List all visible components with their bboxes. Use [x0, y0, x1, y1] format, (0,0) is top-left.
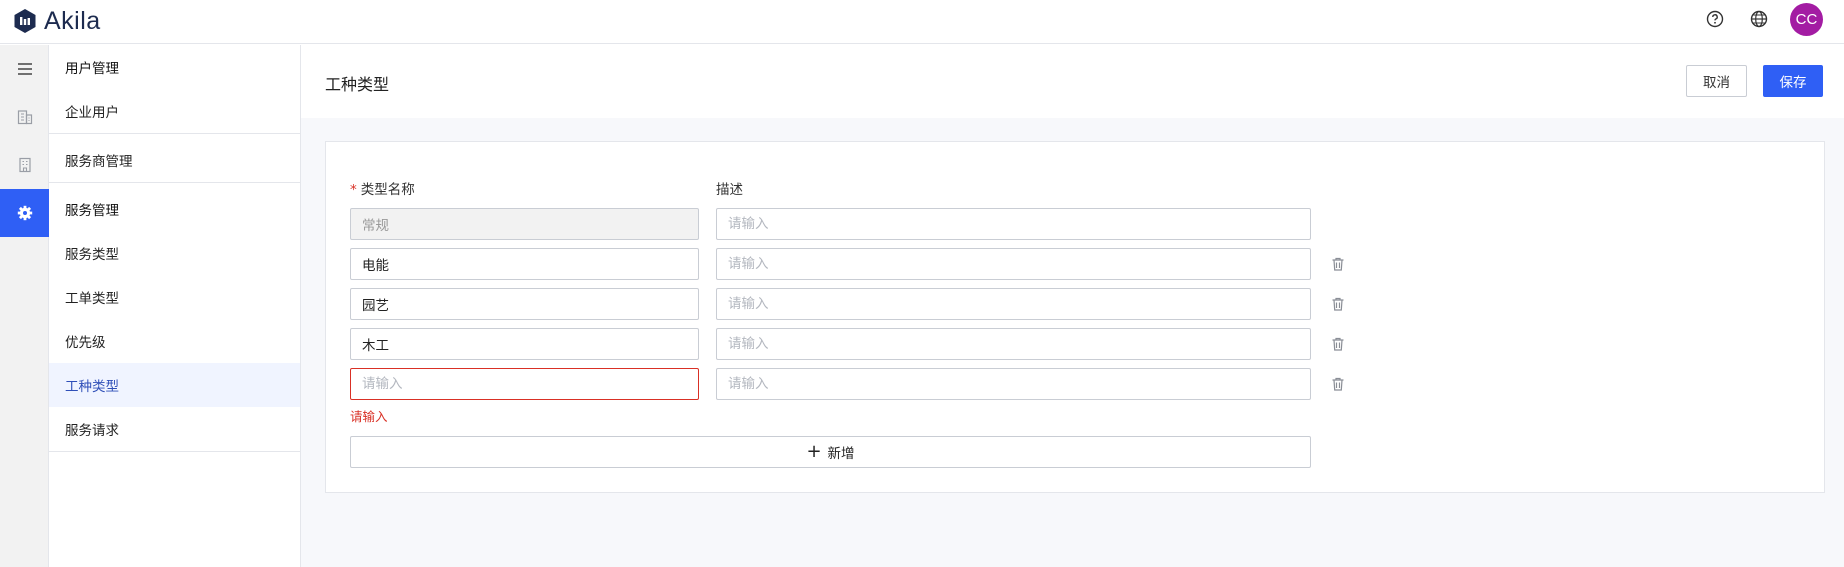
- description-input[interactable]: [716, 248, 1311, 280]
- sidebar-item-service-management[interactable]: 服务管理: [49, 187, 300, 231]
- description-column-label: 描述: [716, 182, 743, 198]
- menu-toggle-button[interactable]: [0, 45, 49, 93]
- main-content: 工种类型 取消 保存 *类型名称 描述 请输入: [301, 45, 1844, 567]
- description-input[interactable]: [716, 208, 1311, 240]
- trash-icon: [1332, 297, 1344, 311]
- sidebar-item-service-requests[interactable]: 服务请求: [49, 407, 300, 451]
- globe-icon[interactable]: [1749, 9, 1769, 29]
- type-name-input[interactable]: [350, 368, 699, 400]
- icon-rail: [0, 45, 49, 567]
- plus-icon: +: [806, 441, 822, 462]
- description-input[interactable]: [716, 328, 1311, 360]
- page-title: 工种类型: [325, 75, 390, 94]
- type-name-input[interactable]: [350, 288, 699, 320]
- help-icon[interactable]: [1705, 9, 1725, 29]
- akila-logo-icon: [14, 9, 36, 33]
- sidebar-item-service-types[interactable]: 服务类型: [49, 231, 300, 275]
- sidebar-menu: 用户管理 企业用户 服务商管理 服务管理 服务类型 工单类型 优先级 工种类型 …: [49, 45, 301, 567]
- sidebar-item-provider-management[interactable]: 服务商管理: [49, 138, 300, 182]
- trash-icon: [1332, 377, 1344, 391]
- description-input[interactable]: [716, 368, 1311, 400]
- page-header: 工种类型 取消 保存: [301, 45, 1844, 118]
- enterprise-building-icon: [17, 110, 32, 125]
- type-name-input: [350, 208, 699, 240]
- sidebar-item-user-management[interactable]: 用户管理: [49, 45, 300, 89]
- sidebar-item-work-order-types[interactable]: 工单类型: [49, 275, 300, 319]
- name-column-label: * 类型名称: [350, 182, 415, 198]
- menu-group-users: 用户管理 企业用户: [49, 45, 300, 134]
- delete-row-button[interactable]: [1328, 334, 1348, 354]
- rail-item-enterprise[interactable]: [0, 93, 49, 141]
- delete-row-button[interactable]: [1328, 254, 1348, 274]
- sidebar-item-enterprise-users[interactable]: 企业用户: [49, 89, 300, 133]
- type-name-input[interactable]: [350, 328, 699, 360]
- cancel-button[interactable]: 取消: [1686, 65, 1747, 97]
- sidebar-item-trade-types[interactable]: 工种类型: [49, 363, 300, 407]
- add-row-button[interactable]: + 新增: [350, 436, 1311, 468]
- description-input[interactable]: [716, 288, 1311, 320]
- building-icon: [18, 157, 31, 173]
- app-logo[interactable]: Akila: [12, 6, 101, 35]
- type-name-input[interactable]: [350, 248, 699, 280]
- trash-icon: [1332, 337, 1344, 351]
- top-bar: Akila CC: [0, 0, 1844, 44]
- rail-item-settings[interactable]: [0, 189, 49, 237]
- app-name: Akila: [44, 6, 101, 35]
- rail-item-building[interactable]: [0, 141, 49, 189]
- add-row-label: 新增: [827, 446, 855, 462]
- delete-row-button[interactable]: [1328, 374, 1348, 394]
- form-card: *类型名称 描述 请输入 + 新增: [325, 141, 1825, 493]
- sidebar-item-priority[interactable]: 优先级: [49, 319, 300, 363]
- delete-row-button[interactable]: [1328, 294, 1348, 314]
- validation-error-message: 请输入: [350, 409, 388, 424]
- menu-group-services: 服务管理 服务类型 工单类型 优先级 工种类型 服务请求: [49, 187, 300, 452]
- required-mark: *: [350, 182, 357, 198]
- user-avatar[interactable]: CC: [1790, 3, 1823, 36]
- settings-icon: [17, 205, 32, 221]
- save-button[interactable]: 保存: [1763, 65, 1823, 97]
- trash-icon: [1332, 257, 1344, 271]
- menu-icon: [17, 63, 32, 75]
- menu-group-providers: 服务商管理: [49, 138, 300, 183]
